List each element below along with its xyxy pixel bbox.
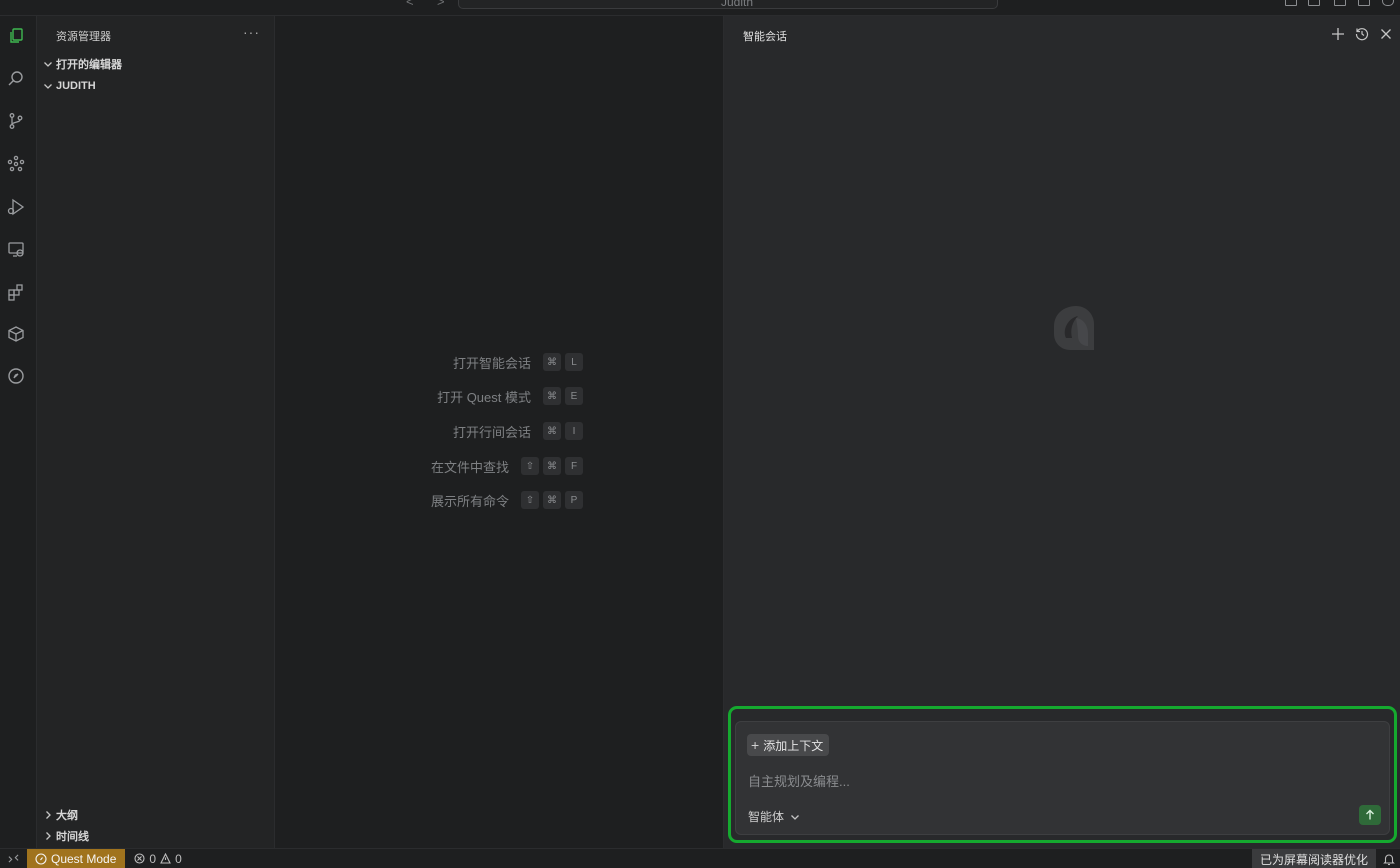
package-icon[interactable] bbox=[5, 323, 27, 345]
plus-icon: + bbox=[751, 737, 760, 753]
new-chat-icon[interactable] bbox=[1330, 26, 1346, 42]
title-bar: < > Judith bbox=[0, 0, 1400, 16]
key-cap: ⌘ bbox=[543, 491, 561, 509]
section-workspace[interactable]: JUDITH bbox=[41, 77, 96, 95]
layout-icon[interactable] bbox=[1285, 0, 1297, 6]
key-cap: ⌘ bbox=[543, 387, 561, 405]
account-icon[interactable] bbox=[1382, 0, 1394, 6]
warning-icon bbox=[160, 853, 171, 864]
activity-bar bbox=[0, 16, 37, 848]
key-cap: ⇧ bbox=[521, 457, 539, 475]
compass-icon bbox=[35, 852, 47, 865]
agent-mode-select[interactable]: 智能体 bbox=[748, 808, 800, 825]
chevron-down-icon bbox=[41, 81, 55, 91]
status-bar: Quest Mode 0 0 已为屏幕阅读器优化 bbox=[0, 848, 1400, 868]
shortcut-inline-chat[interactable]: 打开行间会话 ⌘ I bbox=[453, 421, 583, 441]
key-cap: ⌘ bbox=[543, 457, 561, 475]
key-cap: F bbox=[565, 457, 583, 475]
back-button[interactable]: < bbox=[406, 0, 414, 9]
quest-mode-button[interactable]: Quest Mode bbox=[27, 848, 126, 868]
shortcut-label: 打开 Quest 模式 bbox=[437, 389, 531, 405]
error-count: 0 bbox=[149, 851, 157, 866]
screen-reader-status[interactable]: 已为屏幕阅读器优化 bbox=[1251, 849, 1376, 868]
section-label: JUDITH bbox=[56, 80, 96, 92]
chevron-right-icon bbox=[41, 810, 55, 820]
bell-icon[interactable] bbox=[1382, 852, 1396, 866]
key-cap: E bbox=[565, 387, 583, 405]
command-center-search[interactable]: Judith bbox=[458, 0, 998, 9]
source-control-icon[interactable] bbox=[5, 110, 27, 132]
arrow-up-icon bbox=[1366, 809, 1374, 820]
chevron-down-icon bbox=[791, 814, 799, 820]
shortcut-find-in-files[interactable]: 在文件中查找 ⇧ ⌘ F bbox=[431, 456, 583, 476]
shortcut-quest-mode[interactable]: 打开 Quest 模式 ⌘ E bbox=[437, 386, 583, 406]
history-icon[interactable] bbox=[1354, 26, 1370, 42]
send-button[interactable] bbox=[1359, 805, 1381, 825]
agent-mode-label: 智能体 bbox=[748, 810, 785, 824]
shortcut-label: 打开行间会话 bbox=[452, 424, 531, 440]
editor-area: 打开智能会话 ⌘ L 打开 Quest 模式 ⌘ E 打开行间会话 ⌘ I 在文… bbox=[275, 16, 723, 848]
assistant-logo-icon bbox=[1042, 298, 1104, 360]
run-debug-icon[interactable] bbox=[5, 196, 27, 218]
explorer-sidebar: 资源管理器 ··· 打开的编辑器 JUDITH 大纲 时间线 bbox=[37, 16, 275, 848]
section-label: 大纲 bbox=[56, 810, 78, 822]
chat-panel: 智能会话 + 添加上下文 自主规划及编程... 智能体 bbox=[723, 16, 1400, 848]
workspace-name: Judith bbox=[721, 0, 754, 9]
chat-actions bbox=[1330, 26, 1394, 42]
toggle-secondary-sidebar-icon[interactable] bbox=[1358, 0, 1370, 6]
sidebar-title: 资源管理器 bbox=[56, 31, 111, 43]
chat-input[interactable]: 自主规划及编程... bbox=[748, 771, 850, 790]
remote-indicator-icon[interactable] bbox=[0, 849, 27, 868]
section-label: 打开的编辑器 bbox=[56, 59, 122, 71]
toggle-panel-icon[interactable] bbox=[1334, 0, 1346, 6]
compass-icon[interactable] bbox=[5, 365, 27, 387]
section-timeline[interactable]: 时间线 bbox=[41, 827, 89, 845]
chat-input-box: + 添加上下文 自主规划及编程... 智能体 bbox=[735, 721, 1390, 835]
toggle-sidebar-icon[interactable] bbox=[1308, 0, 1320, 6]
explorer-icon[interactable] bbox=[5, 25, 27, 47]
add-context-button[interactable]: + 添加上下文 bbox=[747, 734, 830, 756]
key-cap: I bbox=[565, 422, 583, 440]
close-icon[interactable] bbox=[1378, 26, 1394, 42]
quest-mode-label: Quest Mode bbox=[51, 851, 117, 866]
chevron-right-icon bbox=[41, 831, 55, 841]
key-cap: ⌘ bbox=[543, 353, 561, 371]
shortcut-open-chat[interactable]: 打开智能会话 ⌘ L bbox=[453, 352, 583, 372]
section-open-editors[interactable]: 打开的编辑器 bbox=[41, 55, 122, 73]
section-label: 时间线 bbox=[56, 831, 89, 843]
shortcut-label: 打开智能会话 bbox=[452, 355, 531, 371]
graph-icon[interactable] bbox=[5, 153, 27, 175]
problems-indicator[interactable]: 0 0 bbox=[134, 851, 182, 866]
add-context-label: 添加上下文 bbox=[763, 738, 824, 753]
section-outline[interactable]: 大纲 bbox=[41, 806, 78, 824]
key-cap: ⌘ bbox=[543, 422, 561, 440]
shortcut-show-commands[interactable]: 展示所有命令 ⇧ ⌘ P bbox=[431, 490, 583, 510]
chevron-down-icon bbox=[41, 59, 55, 69]
forward-button[interactable]: > bbox=[437, 0, 445, 9]
shortcut-label: 展示所有命令 bbox=[430, 493, 509, 509]
chat-title: 智能会话 bbox=[743, 31, 787, 43]
more-actions-button[interactable]: ··· bbox=[243, 24, 260, 40]
search-icon[interactable] bbox=[5, 68, 27, 90]
shortcut-label: 在文件中查找 bbox=[430, 459, 509, 475]
warning-count: 0 bbox=[175, 851, 182, 866]
key-cap: ⇧ bbox=[521, 491, 539, 509]
extensions-icon[interactable] bbox=[5, 281, 27, 303]
key-cap: P bbox=[565, 491, 583, 509]
remote-explorer-icon[interactable] bbox=[5, 238, 27, 260]
error-icon bbox=[134, 853, 145, 864]
key-cap: L bbox=[565, 353, 583, 371]
